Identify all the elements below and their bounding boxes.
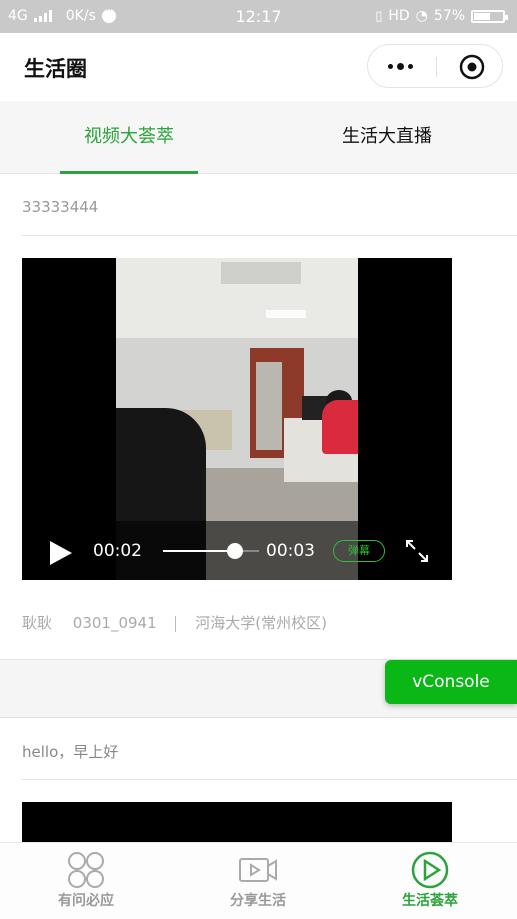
status-right: ▯ HD ◔ 57%: [375, 8, 508, 24]
post-title-2: hello，早上好: [22, 743, 119, 761]
video-player-2[interactable]: [22, 802, 452, 842]
tab-live[interactable]: 生活大直播: [258, 101, 516, 173]
post-title: 33333444: [22, 198, 99, 216]
danmu-button[interactable]: 弹幕: [333, 540, 385, 562]
total-time: 00:03: [266, 541, 315, 561]
divider-2: [22, 779, 517, 780]
active-tab-underline: [60, 171, 198, 174]
bottom-tab-bar: 有问必应 分享生活 生活荟萃: [0, 842, 517, 919]
tabbar-item-qa[interactable]: 有问必应: [0, 843, 172, 919]
video-controls: 00:02 00:03 弹幕: [22, 521, 452, 580]
nav-bar: 生活圈: [0, 33, 517, 101]
vconsole-button[interactable]: vConsole: [385, 660, 517, 704]
tab-live-label: 生活大直播: [342, 126, 432, 147]
status-bar: 4G 0K/s 12:17 ▯ HD ◔ 57%: [0, 0, 517, 33]
battery-percent: 57%: [433, 8, 465, 24]
capsule-divider: [436, 57, 437, 77]
top-tabs: 视频大荟萃 生活大直播: [0, 101, 517, 174]
more-icon[interactable]: [388, 63, 413, 70]
tabbar-label-digest: 生活荟萃: [402, 893, 458, 909]
post-author: 耿耿: [22, 614, 53, 632]
page-title: 生活圈: [24, 57, 87, 81]
grid-circles-icon: [68, 852, 104, 888]
progress-fill: [163, 550, 235, 552]
divider: [22, 235, 517, 236]
progress-track[interactable]: [163, 550, 259, 552]
battery-fill: [474, 12, 490, 20]
close-target-icon[interactable]: [459, 54, 485, 80]
progress-knob[interactable]: [227, 543, 243, 559]
play-circle-icon: [411, 851, 449, 889]
meta-separator: [175, 615, 177, 632]
battery-icon: [471, 9, 508, 23]
post-id: 0301_0941: [72, 614, 157, 632]
tabbar-label-share: 分享生活: [230, 893, 286, 909]
video-player[interactable]: 00:02 00:03 弹幕: [22, 258, 452, 580]
post-meta: 耿耿 0301_0941 河海大学(常州校区): [22, 612, 327, 633]
tabbar-item-digest[interactable]: 生活荟萃: [344, 843, 516, 919]
tab-video-label: 视频大荟萃: [84, 126, 174, 147]
video-camera-icon: [239, 858, 277, 882]
play-icon[interactable]: [50, 541, 72, 565]
current-time: 00:02: [93, 541, 142, 561]
tabbar-label-qa: 有问必应: [58, 893, 114, 909]
hd-label: HD: [388, 8, 410, 24]
tab-video[interactable]: 视频大荟萃: [0, 101, 258, 174]
mini-program-capsule: [367, 44, 503, 88]
wifi-icon: ◔: [415, 8, 428, 24]
post-school: 河海大学(常州校区): [195, 614, 327, 632]
fullscreen-icon[interactable]: [404, 538, 430, 564]
vibrate-icon: ▯: [375, 8, 383, 24]
tabbar-item-share[interactable]: 分享生活: [172, 843, 344, 919]
